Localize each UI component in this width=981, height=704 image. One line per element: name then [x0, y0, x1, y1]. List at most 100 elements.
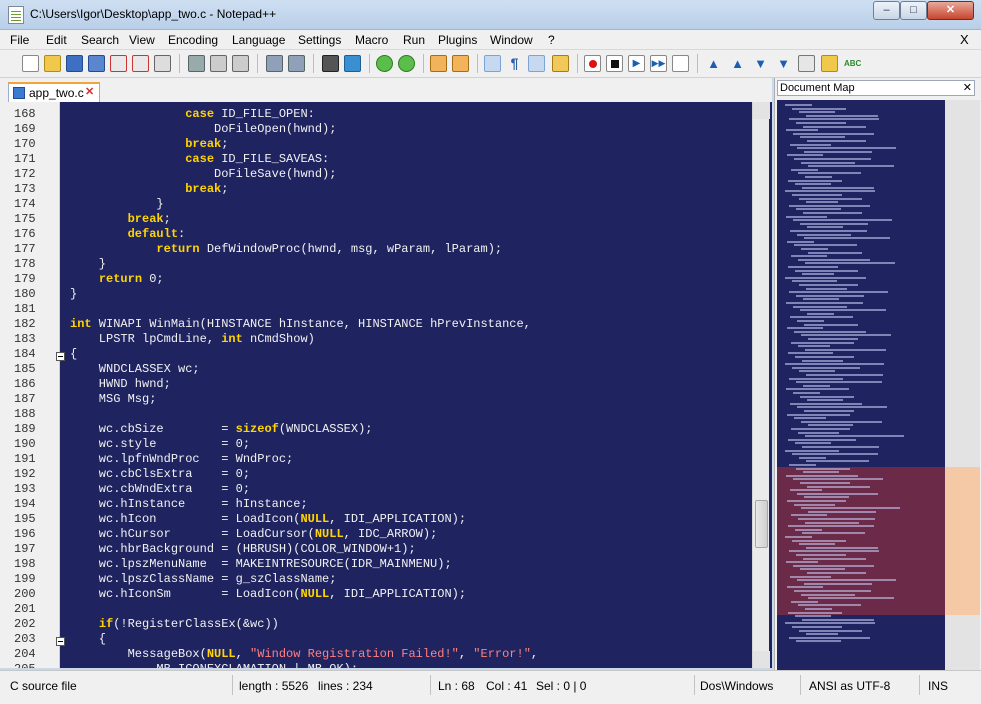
print-icon[interactable] — [154, 55, 171, 72]
undo-icon[interactable] — [266, 55, 283, 72]
close-icon[interactable] — [110, 55, 127, 72]
document-map-close-icon[interactable]: ✕ — [963, 81, 972, 95]
code-line[interactable]: 194 wc.hInstance = hInstance; — [0, 496, 750, 511]
fold-toggle-icon[interactable] — [56, 637, 65, 646]
tab-app-two-c[interactable]: app_two.c ✕ — [8, 82, 100, 102]
sync-vertical-icon[interactable] — [430, 55, 447, 72]
close-window-button[interactable]: ✕ — [927, 1, 974, 20]
cut-icon[interactable] — [188, 55, 205, 72]
find-icon[interactable] — [322, 55, 339, 72]
code-line[interactable]: 185 WNDCLASSEX wc; — [0, 361, 750, 376]
copy-icon[interactable] — [210, 55, 227, 72]
zoom-out-icon[interactable] — [398, 55, 415, 72]
code-line[interactable]: 169 DoFileOpen(hwnd); — [0, 121, 750, 136]
menu-view[interactable]: View — [129, 33, 155, 47]
menu-macro[interactable]: Macro — [355, 33, 388, 47]
code-line[interactable]: 171 case ID_FILE_SAVEAS: — [0, 151, 750, 166]
code-line[interactable]: 174 } — [0, 196, 750, 211]
code-line[interactable]: 186 HWND hwnd; — [0, 376, 750, 391]
code-line[interactable]: 187 MSG Msg; — [0, 391, 750, 406]
code-line[interactable]: 198 wc.lpszMenuName = MAKEINTRESOURCE(ID… — [0, 556, 750, 571]
paste-icon[interactable] — [232, 55, 249, 72]
code-line[interactable]: 191 wc.lpfnWndProc = WndProc; — [0, 451, 750, 466]
code-line[interactable]: 177 return DefWindowProc(hwnd, msg, wPar… — [0, 241, 750, 256]
code-line[interactable]: 202 if(!RegisterClassEx(&wc)) — [0, 616, 750, 631]
code-line[interactable]: 173 break; — [0, 181, 750, 196]
maximize-button[interactable]: □ — [900, 1, 927, 20]
menu-settings[interactable]: Settings — [298, 33, 341, 47]
folder-tree-icon[interactable] — [821, 55, 838, 72]
code-line[interactable]: 178 } — [0, 256, 750, 271]
save-icon[interactable] — [66, 55, 83, 72]
code-line[interactable]: 204 MessageBox(NULL, "Window Registratio… — [0, 646, 750, 661]
code-line[interactable]: 184 { — [0, 346, 750, 361]
menu-language[interactable]: Language — [232, 33, 285, 47]
record-macro-icon[interactable] — [584, 55, 601, 72]
fold-toggle-icon[interactable] — [56, 352, 65, 361]
code-line[interactable]: 168 case ID_FILE_OPEN: — [0, 106, 750, 121]
code-line[interactable]: 188 — [0, 406, 750, 421]
code-line[interactable]: 199 wc.lpszClassName = g_szClassName; — [0, 571, 750, 586]
menu-help[interactable]: ? — [548, 33, 555, 47]
code-line[interactable]: 172 DoFileSave(hwnd); — [0, 166, 750, 181]
code-line[interactable]: 189 wc.cbSize = sizeof(WNDCLASSEX); — [0, 421, 750, 436]
document-map-preview[interactable] — [777, 100, 945, 670]
zoom-in-icon[interactable] — [376, 55, 393, 72]
code-line[interactable]: 192 wc.cbClsExtra = 0; — [0, 466, 750, 481]
minimize-button[interactable]: – — [873, 1, 900, 20]
code-editor[interactable]: 168 case ID_FILE_OPEN: 169 DoFileOpen(hwn… — [0, 102, 772, 668]
scrollbar-thumb[interactable] — [755, 500, 768, 548]
menu-encoding[interactable]: Encoding — [168, 33, 218, 47]
code-line[interactable]: 197 wc.hbrBackground = (HBRUSH)(COLOR_WI… — [0, 541, 750, 556]
move-up-icon[interactable]: ▲ — [729, 55, 746, 72]
redo-icon[interactable] — [288, 55, 305, 72]
new-file-icon[interactable] — [22, 55, 39, 72]
code-line[interactable]: 176 default: — [0, 226, 750, 241]
stop-record-icon[interactable] — [606, 55, 623, 72]
code-line[interactable]: 196 wc.hCursor = LoadCursor(NULL, IDC_AR… — [0, 526, 750, 541]
show-all-chars-icon[interactable]: ¶ — [506, 55, 523, 72]
code-line[interactable]: 175 break; — [0, 211, 750, 226]
keyword-token: sizeof — [235, 422, 279, 436]
spell-check-icon[interactable]: ABC — [844, 55, 861, 72]
open-folder-icon[interactable]: ▼ — [775, 55, 792, 72]
open-file-icon[interactable] — [44, 55, 61, 72]
code-line[interactable]: 203 { — [0, 631, 750, 646]
vertical-scrollbar[interactable] — [752, 102, 770, 668]
play-macro-icon[interactable]: ▶ — [628, 55, 645, 72]
code-line[interactable]: 201 — [0, 601, 750, 616]
code-line[interactable]: 193 wc.cbWndExtra = 0; — [0, 481, 750, 496]
code-line[interactable]: 179 return 0; — [0, 271, 750, 286]
close-document-button[interactable]: X — [960, 32, 969, 47]
menu-plugins[interactable]: Plugins — [438, 33, 477, 47]
save-macro-icon[interactable] — [672, 55, 689, 72]
code-line[interactable]: 182 int WINAPI WinMain(HINSTANCE hInstanc… — [0, 316, 750, 331]
code-line[interactable]: 200 wc.hIconSm = LoadIcon(NULL, IDI_APPL… — [0, 586, 750, 601]
replace-icon[interactable] — [344, 55, 361, 72]
run-macro-multiple-icon[interactable]: ▶▶ — [650, 55, 667, 72]
document-map-icon[interactable] — [552, 55, 569, 72]
code-line[interactable]: 170 break; — [0, 136, 750, 151]
code-line[interactable]: 205 MB_ICONEXCLAMATION | MB_OK); — [0, 661, 750, 668]
code-line[interactable]: 181 — [0, 301, 750, 316]
word-wrap-icon[interactable] — [484, 55, 501, 72]
sync-horizontal-icon[interactable] — [452, 55, 469, 72]
tab-close-icon[interactable]: ✕ — [85, 85, 94, 98]
save-all-icon[interactable] — [88, 55, 105, 72]
code-line[interactable]: 180} — [0, 286, 750, 301]
clipboard-history-icon[interactable] — [798, 55, 815, 72]
menu-edit[interactable]: Edit — [46, 33, 67, 47]
menu-run[interactable]: Run — [403, 33, 425, 47]
menu-window[interactable]: Window — [490, 33, 533, 47]
jump-up-icon[interactable]: ▲ — [705, 55, 722, 72]
scroll-down-icon[interactable] — [753, 651, 770, 668]
code-line[interactable]: 183 LPSTR lpCmdLine, int nCmdShow) — [0, 331, 750, 346]
close-all-icon[interactable] — [132, 55, 149, 72]
menu-search[interactable]: Search — [81, 33, 119, 47]
code-line[interactable]: 190 wc.style = 0; — [0, 436, 750, 451]
move-down-icon[interactable]: ▼ — [752, 55, 769, 72]
code-line[interactable]: 195 wc.hIcon = LoadIcon(NULL, IDI_APPLIC… — [0, 511, 750, 526]
menu-file[interactable]: File — [10, 33, 29, 47]
scroll-up-icon[interactable] — [753, 102, 770, 119]
indent-guide-icon[interactable] — [528, 55, 545, 72]
